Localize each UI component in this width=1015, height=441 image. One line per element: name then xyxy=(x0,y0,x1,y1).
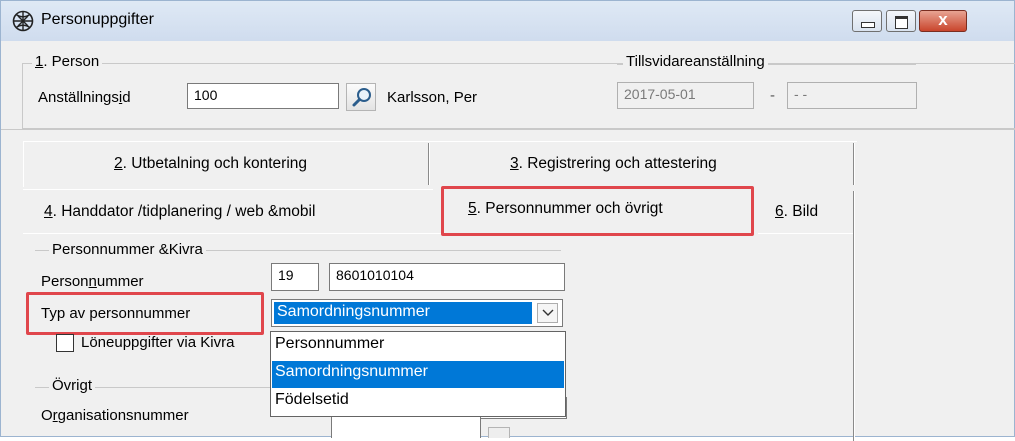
tillsvidare-legend: Tillsvidareanställning xyxy=(623,53,768,70)
search-icon xyxy=(352,88,371,107)
anstallningsid-input[interactable]: 100 xyxy=(187,83,339,109)
person-name: Karlsson, Per xyxy=(387,89,478,106)
select-value: Samordningsnummer xyxy=(274,302,532,324)
dropdown-option[interactable]: Personnummer xyxy=(272,333,564,360)
organisationsnummer-label: Organisationsnummer xyxy=(41,407,189,424)
dropdown-option-selected[interactable]: Samordningsnummer xyxy=(272,361,564,388)
tab-divider xyxy=(853,143,855,185)
kivra-checkbox[interactable] xyxy=(56,334,74,352)
kivra-checkbox-label: Löneuppgifter via Kivra xyxy=(81,334,235,351)
window-title: Personuppgifter xyxy=(41,11,154,28)
highlight-type-label xyxy=(26,292,264,335)
globe-icon xyxy=(12,10,34,32)
personnummer-input[interactable]: 8601010104 xyxy=(329,263,565,291)
search-button[interactable] xyxy=(346,83,376,111)
tab-handdator[interactable]: 4. Handdator /tidplanering / web &mobil xyxy=(44,203,315,221)
lower-input[interactable] xyxy=(331,415,481,438)
tab-bild[interactable]: 6. Bild xyxy=(775,203,818,221)
minimize-button[interactable] xyxy=(852,10,882,32)
personnummer-label: Personnummer xyxy=(41,273,144,290)
person-group-legend: 1. Person xyxy=(32,53,103,70)
lower-search-button[interactable] xyxy=(488,427,510,438)
tab-registrering[interactable]: 3. Registrering och attestering xyxy=(510,155,717,173)
personnummer-legend: Personnummer &Kivra xyxy=(49,241,206,258)
century-input[interactable]: 19 xyxy=(271,263,319,291)
title-bar[interactable]: Personuppgifter x xyxy=(1,1,1014,41)
tillsvidare-to-date[interactable]: - - xyxy=(787,82,917,109)
close-button[interactable]: x xyxy=(919,10,967,32)
tillsvidare-from-date[interactable]: 2017-05-01 xyxy=(617,82,754,109)
personuppgifter-window: Personuppgifter x 1. Person Anställnings… xyxy=(0,0,1015,441)
date-range-dash: - xyxy=(770,87,775,104)
highlight-active-tab xyxy=(441,186,754,236)
page-right-edge xyxy=(853,191,855,441)
maximize-button[interactable] xyxy=(886,10,916,32)
tab-row-2-bottom xyxy=(23,233,443,234)
chevron-down-icon xyxy=(542,309,554,316)
close-icon: x xyxy=(938,10,948,29)
group-separator xyxy=(1,129,1015,130)
tab-divider xyxy=(428,143,430,185)
ovrigt-legend: Övrigt xyxy=(49,377,96,394)
dropdown-toggle[interactable] xyxy=(537,303,558,323)
tab-row-2-bottom xyxy=(758,233,853,234)
anstallningsid-label: Anställningsid xyxy=(38,89,131,106)
tab-utbetalning[interactable]: 2. Utbetalning och kontering xyxy=(114,155,307,173)
tab-row-2-top xyxy=(23,189,433,190)
dropdown-option[interactable]: Födelsetid xyxy=(272,389,564,416)
typ-dropdown-list: Personnummer Samordningsnummer Födelseti… xyxy=(270,331,566,417)
typ-av-personnummer-select[interactable]: Samordningsnummer xyxy=(271,299,563,327)
